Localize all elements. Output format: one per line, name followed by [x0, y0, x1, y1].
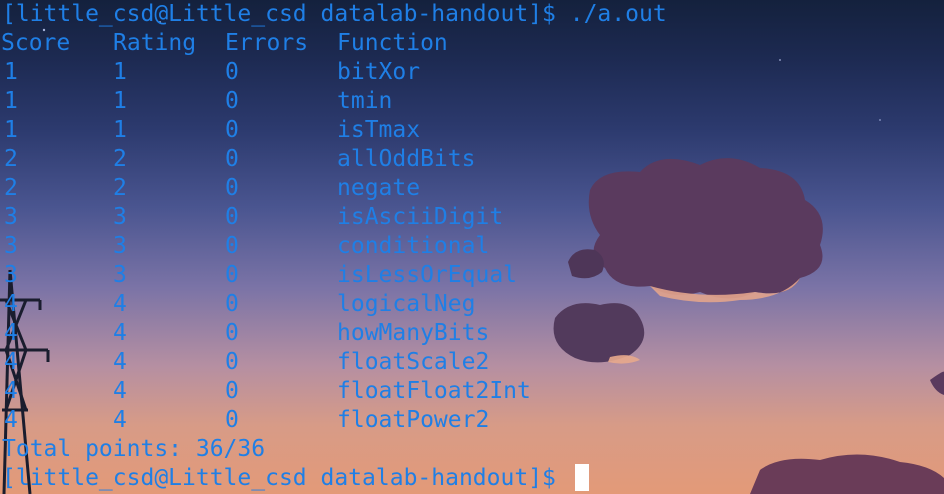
- row-rating: 4: [113, 291, 127, 317]
- prompt-line[interactable]: [little_csd@Little_csd datalab-handout]$: [0, 464, 556, 493]
- table-row: 1 1 0 bitXor: [0, 58, 420, 87]
- terminal-window[interactable]: [little_csd@Little_csd datalab-handout]$…: [0, 0, 944, 494]
- row-function: bitXor: [337, 59, 421, 85]
- row-rating: 4: [113, 320, 127, 346]
- row-rating: 1: [113, 59, 127, 85]
- table-row: 4 4 0 howManyBits: [0, 319, 489, 348]
- row-errors: 0: [225, 88, 239, 114]
- row-function: logicalNeg: [337, 291, 476, 317]
- row-errors: 0: [225, 59, 239, 85]
- table-row: 4 4 0 logicalNeg: [0, 290, 475, 319]
- row-function: floatFloat2Int: [337, 378, 531, 404]
- row-score: 4: [4, 349, 18, 375]
- header-score: Score: [1, 30, 71, 56]
- row-rating: 1: [113, 117, 127, 143]
- table-row: 2 2 0 negate: [0, 174, 420, 203]
- table-row: 1 1 0 isTmax: [0, 116, 420, 145]
- row-errors: 0: [225, 262, 239, 288]
- row-function: isAsciiDigit: [337, 204, 504, 230]
- row-errors: 0: [225, 233, 239, 259]
- row-function: tmin: [337, 88, 393, 114]
- row-function: allOddBits: [337, 146, 476, 172]
- shell-prompt: [little_csd@Little_csd datalab-handout]$: [2, 465, 556, 491]
- row-score: 1: [4, 117, 18, 143]
- row-errors: 0: [225, 320, 239, 346]
- row-function: isLessOrEqual: [337, 262, 518, 288]
- row-errors: 0: [225, 117, 239, 143]
- row-rating: 2: [113, 175, 127, 201]
- row-function: howManyBits: [337, 320, 490, 346]
- row-score: 1: [4, 88, 18, 114]
- table-row: 3 3 0 isAsciiDigit: [0, 203, 503, 232]
- row-errors: 0: [225, 349, 239, 375]
- row-rating: 2: [113, 146, 127, 172]
- row-score: 2: [4, 146, 18, 172]
- total-points-line: Total points: 36/36: [0, 435, 265, 464]
- table-header: Score Rating Errors Function: [0, 29, 448, 58]
- row-score: 3: [4, 262, 18, 288]
- total-points: Total points: 36/36: [2, 436, 266, 462]
- command-prompt: [little_csd@Little_csd datalab-handout]$…: [2, 1, 667, 27]
- header-errors: Errors: [225, 30, 309, 56]
- table-row: 4 4 0 floatScale2: [0, 348, 489, 377]
- row-errors: 0: [225, 204, 239, 230]
- row-rating: 4: [113, 407, 127, 433]
- command-line: [little_csd@Little_csd datalab-handout]$…: [0, 0, 667, 29]
- table-row: 1 1 0 tmin: [0, 87, 392, 116]
- row-score: 2: [4, 175, 18, 201]
- row-function: floatPower2: [337, 407, 490, 433]
- header-rating: Rating: [113, 30, 197, 56]
- row-score: 4: [4, 378, 18, 404]
- row-errors: 0: [225, 378, 239, 404]
- row-rating: 3: [113, 204, 127, 230]
- table-row: 2 2 0 allOddBits: [0, 145, 475, 174]
- table-row: 4 4 0 floatPower2: [0, 406, 489, 435]
- row-rating: 1: [113, 88, 127, 114]
- row-rating: 4: [113, 378, 127, 404]
- row-rating: 3: [113, 233, 127, 259]
- table-row: 3 3 0 conditional: [0, 232, 489, 261]
- header-function: Function: [337, 30, 448, 56]
- table-row: 3 3 0 isLessOrEqual: [0, 261, 517, 290]
- row-score: 3: [4, 204, 18, 230]
- row-score: 1: [4, 59, 18, 85]
- row-function: conditional: [337, 233, 490, 259]
- row-errors: 0: [225, 291, 239, 317]
- text-cursor: [575, 464, 589, 491]
- row-rating: 4: [113, 349, 127, 375]
- row-errors: 0: [225, 146, 239, 172]
- row-function: negate: [337, 175, 421, 201]
- row-errors: 0: [225, 175, 239, 201]
- row-function: isTmax: [337, 117, 421, 143]
- row-rating: 3: [113, 262, 127, 288]
- row-score: 4: [4, 291, 18, 317]
- row-errors: 0: [225, 407, 239, 433]
- row-score: 3: [4, 233, 18, 259]
- row-score: 4: [4, 407, 18, 433]
- row-score: 4: [4, 320, 18, 346]
- row-function: floatScale2: [337, 349, 490, 375]
- table-row: 4 4 0 floatFloat2Int: [0, 377, 531, 406]
